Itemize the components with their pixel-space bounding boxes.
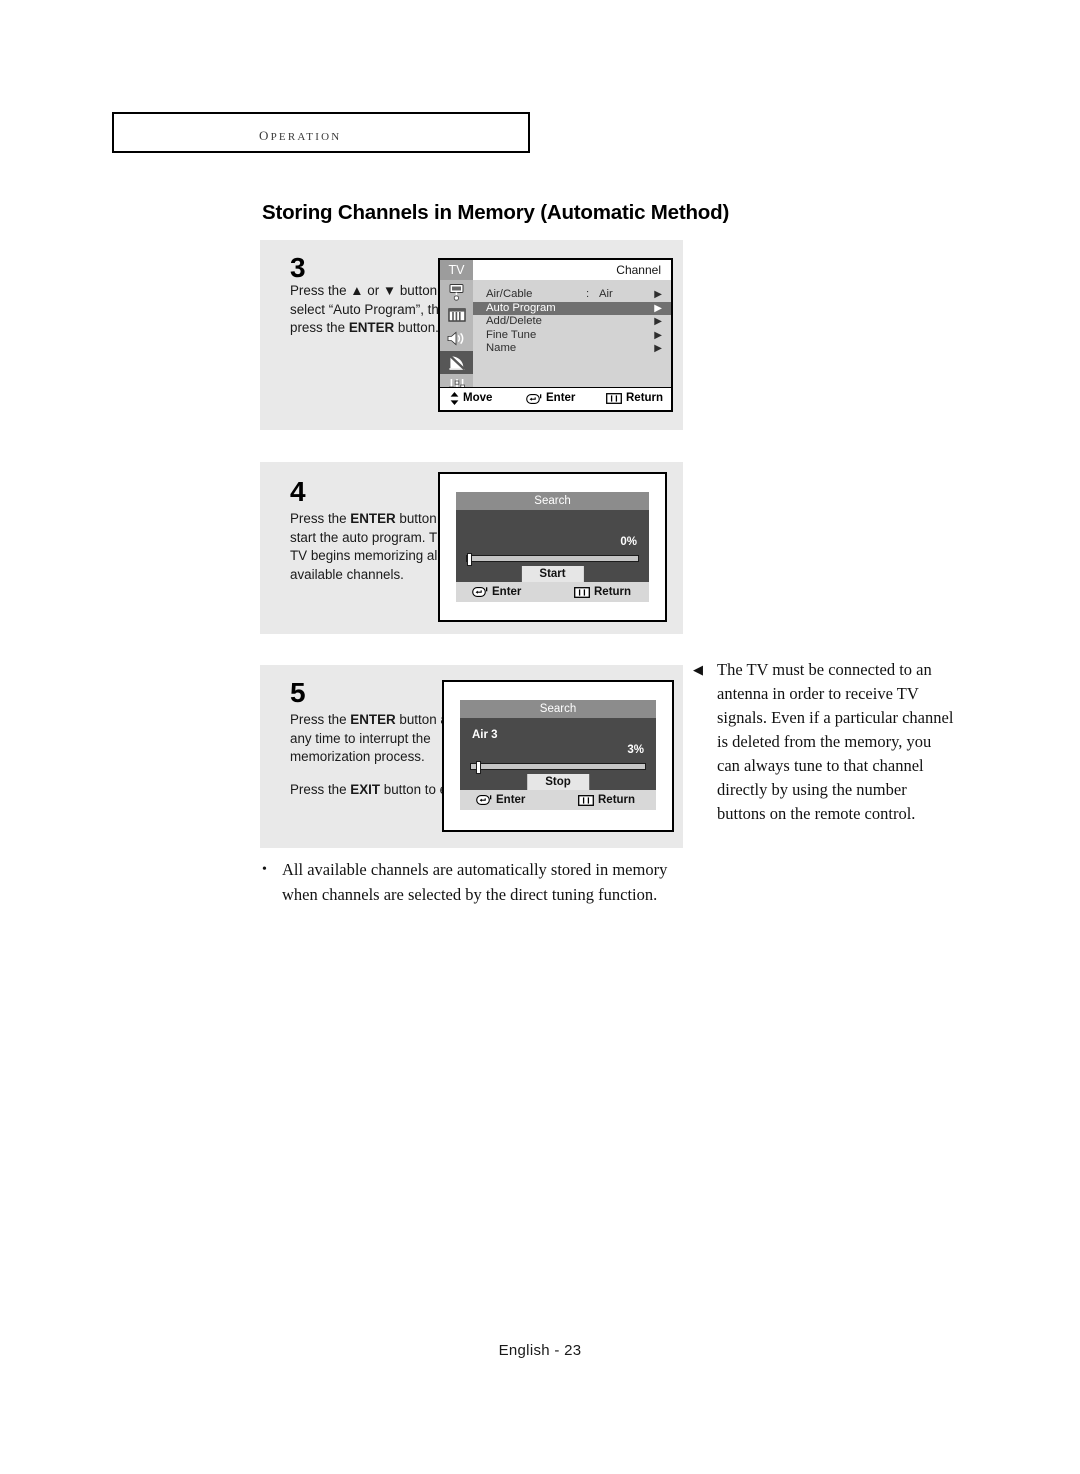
hint-enter-label: Enter [492,586,522,598]
hint-return-label: Return [626,392,664,404]
osd-menu-row[interactable]: Add/Delete ▶ [473,315,671,329]
hint-return: Return [578,790,635,810]
osd-search-dialog-stop: Search Air 3 3% Stop Enter Return [442,680,674,832]
sound-icon[interactable] [440,327,473,351]
osd-search-bottombar: Enter Return [460,790,656,810]
osd-search-percent: 3% [627,744,644,756]
osd-progress-track[interactable] [470,761,646,774]
hint-enter-label: Enter [496,794,526,806]
bottom-note: • All available channels are automatical… [260,858,690,907]
menu-return-icon [578,794,594,806]
osd-channel-menu: TV Channel Air/Cable: Air ▶ Auto Progra… [438,258,673,412]
enter-button-icon [526,393,542,404]
picture-icon[interactable] [440,304,473,328]
hint-return-label: Return [594,586,632,598]
osd-menu-row[interactable]: Name ▶ [473,342,671,356]
osd-search-dialog-start: Search 0% Start Enter Return [438,472,667,622]
enter-button-icon [476,795,492,805]
osd-search-percent: 0% [620,536,637,548]
hint-return: Return [606,388,663,409]
osd-search-action-button[interactable]: Stop [527,774,589,791]
menu-return-icon [606,393,622,404]
osd-menu-row-label: Auto Program [486,301,556,314]
chevron-right-icon: ▶ [654,289,662,300]
section-header-label: Operation [259,124,342,145]
osd-menu-row-colon: : [586,288,590,300]
osd-menu-row[interactable]: Fine Tune ▶ [473,329,671,343]
chevron-right-icon: ▶ [654,343,662,354]
page-title: Storing Channels in Memory (Automatic Me… [262,201,730,224]
section-header-box: Operation [112,112,530,153]
osd-progress-handle[interactable] [476,761,482,774]
osd-search-box: Search Air 3 3% Stop Enter Return [460,700,656,810]
left-triangle-bullet-icon: ◀ [693,662,703,677]
osd-menu-body: Air/Cable: Air ▶ Auto Program ▶ Add/Delete ▶ Fi… [473,280,671,388]
osd-menu-title: Channel [616,263,661,277]
hint-enter: Enter [526,388,575,409]
hint-return-label: Return [598,794,636,806]
side-note: ◀ The TV must be connected to an antenna… [693,658,955,826]
side-note-text: The TV must be connected to an antenna i… [717,660,954,823]
osd-menu-row[interactable]: Air/Cable: Air ▶ [473,288,671,302]
osd-search-box: Search 0% Start Enter Return [456,492,649,602]
menu-return-icon [574,586,590,598]
bullet-icon: • [262,862,267,877]
chevron-right-icon: ▶ [654,302,662,314]
channel-dish-icon[interactable] [440,350,473,374]
osd-search-main: Air 3 3% Stop [460,718,656,791]
osd-menu-rows: Air/Cable: Air ▶ Auto Program ▶ Add/Delete ▶ Fi… [473,280,671,356]
step-number: 3 [290,252,306,283]
hint-enter: Enter [476,790,525,810]
osd-menu-row-label: Air/Cable [486,288,533,300]
osd-search-action-button[interactable]: Start [521,566,584,583]
chevron-right-icon: ▶ [654,329,662,341]
up-down-arrow-icon [450,392,459,405]
hint-move: Move [450,388,492,409]
osd-menu-row-label: Add/Delete [486,315,542,327]
step-panel-5: 5 Press the ENTER button at any time to … [260,665,683,848]
osd-tv-tab: TV [440,260,473,280]
osd-menu-topbar: TV Channel [440,260,671,280]
bottom-note-text: All available channels are automatically… [282,860,668,904]
hint-enter: Enter [472,582,521,602]
osd-progress-track[interactable] [466,553,639,566]
osd-menu-row-label: Fine Tune [486,328,537,341]
osd-menu-row-label: Name [486,342,517,354]
osd-search-title: Search [456,492,649,510]
osd-search-main: 0% Start [456,510,649,583]
step-number: 4 [290,476,306,507]
enter-button-icon [472,587,488,597]
step-panel-3: 3 Press the ▲ or ▼ button to select “Aut… [260,240,683,430]
osd-search-bottombar: Enter Return [456,582,649,602]
hint-move-label: Move [463,392,493,404]
osd-search-title: Search [460,700,656,718]
chevron-right-icon: ▶ [654,316,662,327]
hint-enter-label: Enter [546,392,576,404]
hint-return: Return [574,582,631,602]
osd-progress-handle[interactable] [467,553,472,566]
osd-menu-row-value: Air [599,288,613,300]
page-footer: English - 23 [498,1342,582,1359]
input-source-icon[interactable] [440,280,473,304]
osd-menu-bottombar: Move Enter Return [440,387,671,410]
osd-menu-sidebar [440,280,473,393]
step-panel-4: 4 Press the ENTER button to start the au… [260,462,683,634]
osd-menu-row[interactable]: Auto Program ▶ [473,301,671,315]
step-number: 5 [290,677,306,708]
osd-search-channel: Air 3 [472,729,498,741]
